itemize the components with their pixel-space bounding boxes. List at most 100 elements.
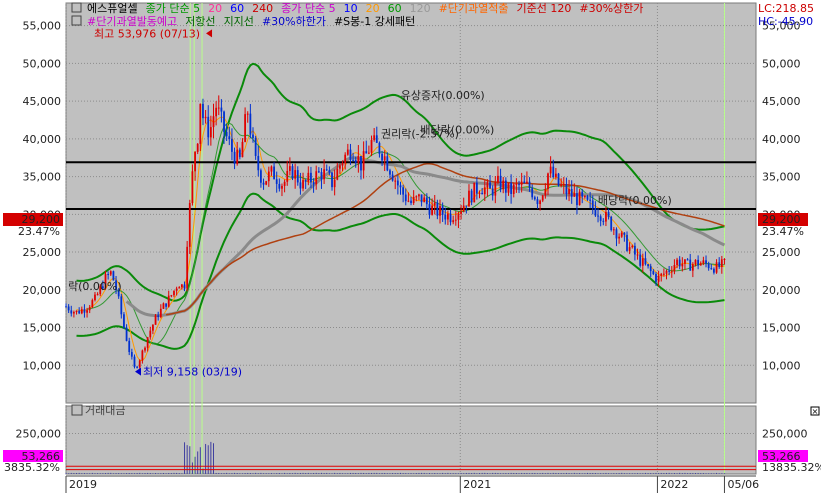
candle-down <box>449 213 452 223</box>
candle-up <box>173 290 175 296</box>
legend-row-1-item[interactable]: 종가 단순 5 <box>146 2 200 15</box>
legend-row-1-item[interactable]: 240 <box>252 2 273 15</box>
candle-down <box>644 258 647 265</box>
legend-row-1-item[interactable]: #단기과열적출 <box>439 2 509 15</box>
candle-up <box>681 263 684 267</box>
candle-up <box>636 254 639 256</box>
candle-down <box>273 166 275 180</box>
candle-up <box>383 156 386 161</box>
candle-up <box>520 181 523 185</box>
candle-up <box>494 182 497 196</box>
candle-down <box>65 306 67 308</box>
candle-down <box>713 268 715 273</box>
candle-down <box>634 245 636 255</box>
candle-up <box>241 141 244 158</box>
candle-down <box>441 206 444 215</box>
legend-row-1-item[interactable]: 종가 단순 5 <box>281 2 335 15</box>
candle-up <box>294 170 297 179</box>
candle-up <box>246 113 249 115</box>
legend-row-2-checkbox[interactable] <box>71 15 82 26</box>
candle-down <box>523 181 526 184</box>
candle-up <box>454 219 457 221</box>
candle-up <box>720 259 723 267</box>
candle-down <box>531 188 534 198</box>
candle-up <box>715 262 718 273</box>
candle-down <box>254 137 257 156</box>
candle-up <box>267 171 270 182</box>
legend-row-2-item[interactable]: 저항선 <box>185 15 215 28</box>
candle-up <box>657 275 660 282</box>
price-tick-label: 10,000 <box>762 359 801 372</box>
legend-row-2[interactable]: #단기과열발동예고 저항선 지지선 #30%하한가 #S봉-1 강세패턴 <box>71 14 415 28</box>
candle-up <box>196 143 199 152</box>
candle-down <box>591 200 594 209</box>
legend-row-1-item[interactable]: 20 <box>366 2 380 15</box>
candle-up <box>684 259 686 264</box>
candle-down <box>202 103 204 119</box>
candle-up <box>497 175 499 183</box>
candle-up <box>91 300 94 308</box>
candle-up <box>217 107 220 109</box>
price-tick-label: 45,000 <box>762 95 801 108</box>
candle-up <box>460 211 462 214</box>
candle-down <box>249 113 252 135</box>
candle-down <box>381 153 383 161</box>
candle-up <box>541 195 544 201</box>
legend-row-2-item[interactable]: #30%하한가 <box>262 14 326 28</box>
legend-row-1-item[interactable]: #30%상한가 <box>579 2 643 15</box>
candle-up <box>367 152 370 154</box>
candle-up <box>547 173 549 190</box>
legend-row-1-item[interactable]: 10 <box>344 2 358 15</box>
legend-row-1-item[interactable]: 기준선 120 <box>517 2 572 15</box>
candle-down <box>697 259 700 266</box>
legend-row-1-item[interactable]: 에스퓨얼셀 <box>87 1 138 15</box>
candle-down <box>231 139 233 152</box>
candle-up <box>341 163 344 166</box>
volume-checkbox[interactable] <box>71 404 83 416</box>
candle-up <box>162 303 165 309</box>
candle-down <box>615 229 618 239</box>
candle-up <box>178 287 181 289</box>
candle-up <box>167 295 170 307</box>
candle-up <box>186 246 189 289</box>
candle-down <box>402 187 405 195</box>
candle-down <box>552 166 555 178</box>
volume-tick-label: 250,000 <box>762 428 808 441</box>
candle-up <box>418 194 420 197</box>
legend-row-1-item[interactable]: 60 <box>388 2 402 15</box>
price-tick-label: 40,000 <box>762 133 801 146</box>
legend-row-1-item[interactable]: 60 <box>230 2 244 15</box>
candle-up <box>512 184 515 194</box>
candle-up <box>180 284 183 288</box>
candle-down <box>107 274 110 276</box>
candle-up <box>362 151 365 171</box>
volume-plot-area[interactable] <box>65 405 757 475</box>
candle-up <box>283 181 286 186</box>
candle-down <box>70 310 73 314</box>
candle-down <box>586 196 589 200</box>
legend-row-1-checkbox[interactable] <box>71 2 82 13</box>
candle-up <box>175 288 178 291</box>
candle-down <box>602 220 605 222</box>
candle-up <box>94 294 96 301</box>
candle-down <box>668 270 671 272</box>
candle-up <box>204 116 207 119</box>
legend-row-1-item[interactable]: 20 <box>208 2 222 15</box>
candle-up <box>286 170 289 182</box>
candle-down <box>425 197 428 205</box>
candle-up <box>270 166 273 172</box>
legend-row-2-item[interactable]: 지지선 <box>224 15 254 28</box>
candle-up <box>373 135 376 141</box>
legend-row-2-item[interactable]: #S봉-1 강세패턴 <box>334 15 415 28</box>
legend-row-2-item[interactable]: #단기과열발동예고 <box>87 15 177 28</box>
legend-row-1-item[interactable]: 120 <box>410 2 431 15</box>
candle-down <box>491 188 494 196</box>
candle-down <box>444 214 447 220</box>
candle-down <box>310 172 312 183</box>
chart-canvas: 55,00050,00045,00040,00035,00030,00025,0… <box>0 0 821 495</box>
event-annotation: 유상증자(0.00%) <box>401 89 485 102</box>
candle-down <box>705 260 707 264</box>
candle-up <box>394 180 397 182</box>
candle-down <box>296 170 299 183</box>
candle-down <box>349 149 352 160</box>
